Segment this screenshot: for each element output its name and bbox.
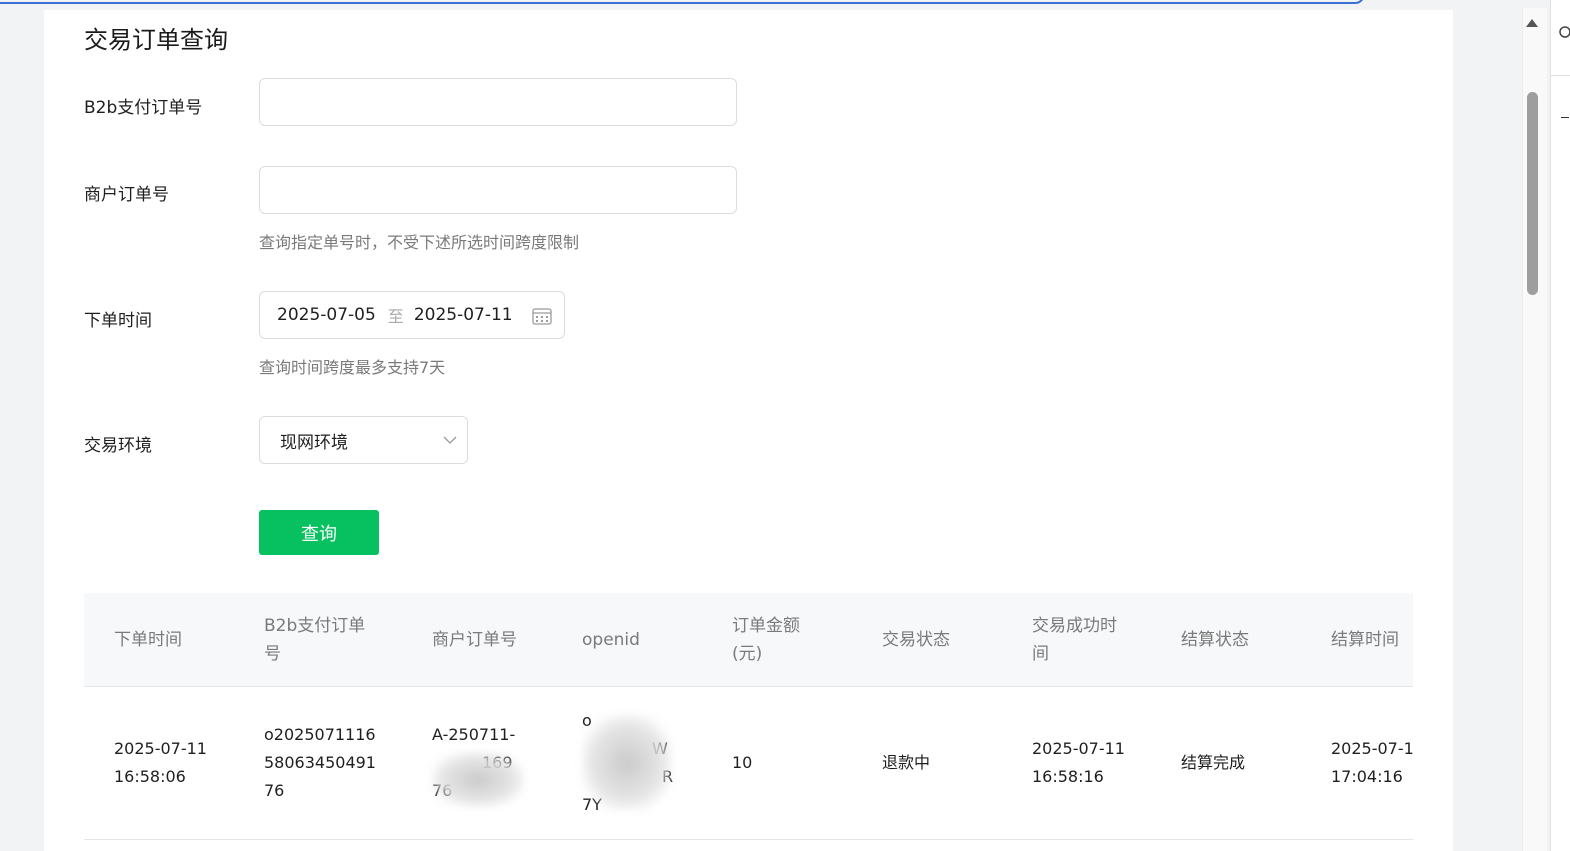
page-title: 交易订单查询 [84, 26, 228, 54]
b2b-order-field[interactable] [259, 78, 737, 126]
cell-amount: 10 [732, 753, 753, 772]
table-header: 下单时间 B2b支付订单号 商户订单号 openid 订单金额 (元) 交易状态 … [84, 593, 1413, 687]
col-openid: openid [582, 629, 640, 650]
env-label: 交易环境 [84, 436, 152, 456]
cell-settle-time: 2025-07-1117:04:16 [1331, 739, 1413, 786]
cell-settle-status: 结算完成 [1181, 753, 1246, 772]
col-order-time: 下单时间 [114, 629, 182, 650]
order-time-hint: 查询时间跨度最多支持7天 [259, 358, 446, 377]
table-row: 2025-07-11 16:58:06 o2025071116 5806345049… [84, 687, 1413, 840]
col-settle-status: 结算状态 [1181, 629, 1249, 650]
col-success-time: 交易成功时间 [1032, 615, 1117, 664]
col-merchant-order: 商户订单号 [432, 629, 517, 650]
date-separator: 至 [387, 307, 404, 326]
col-b2b-order: B2b支付订单号 [264, 615, 366, 664]
calendar-icon[interactable] [532, 307, 552, 325]
cell-success-time: 2025-07-11 16:58:16 [1032, 739, 1125, 786]
search-icon[interactable] [1558, 26, 1570, 40]
cell-trade-status: 退款中 [882, 753, 931, 772]
env-select[interactable]: 现网环境 [259, 416, 468, 464]
redaction-blur [432, 752, 524, 807]
cell-b2b-order: o2025071116 58063450491 76 [264, 725, 376, 800]
date-end[interactable]: 2025-07-11 [414, 305, 513, 325]
query-button[interactable]: 查询 [259, 510, 379, 555]
merchant-order-field[interactable] [259, 166, 737, 214]
order-time-label: 下单时间 [84, 311, 152, 331]
col-trade-status: 交易状态 [882, 629, 950, 650]
main-panel: 交易订单查询 B2b支付订单号 商户订单号 查询指定单号时，不受下述所选时间跨度… [44, 10, 1453, 851]
cell-order-time: 2025-07-11 16:58:06 [114, 739, 207, 786]
scroll-up-icon[interactable] [1525, 18, 1539, 28]
top-input-outline [0, 0, 1365, 4]
redaction-blur [582, 715, 672, 810]
col-amount: 订单金额 (元) [732, 615, 800, 664]
merchant-order-label: 商户订单号 [84, 185, 169, 205]
divider [1561, 117, 1569, 118]
col-settle-time: 结算时间 [1331, 629, 1399, 650]
orders-table: 下单时间 B2b支付订单号 商户订单号 openid 订单金额 (元) 交易状态 … [84, 593, 1413, 840]
scrollbar-thumb[interactable] [1527, 92, 1538, 295]
date-start[interactable]: 2025-07-05 [277, 305, 376, 325]
b2b-order-input[interactable] [260, 79, 736, 125]
right-side-panel [1550, 0, 1570, 851]
env-select-value: 现网环境 [280, 432, 348, 453]
divider [1551, 75, 1570, 76]
merchant-order-input[interactable] [260, 167, 736, 213]
b2b-order-label: B2b支付订单号 [84, 98, 203, 118]
merchant-order-hint: 查询指定单号时，不受下述所选时间跨度限制 [259, 233, 580, 252]
date-range-picker[interactable]: 2025-07-05 至 2025-07-11 [259, 291, 565, 339]
chevron-down-icon [443, 436, 457, 444]
